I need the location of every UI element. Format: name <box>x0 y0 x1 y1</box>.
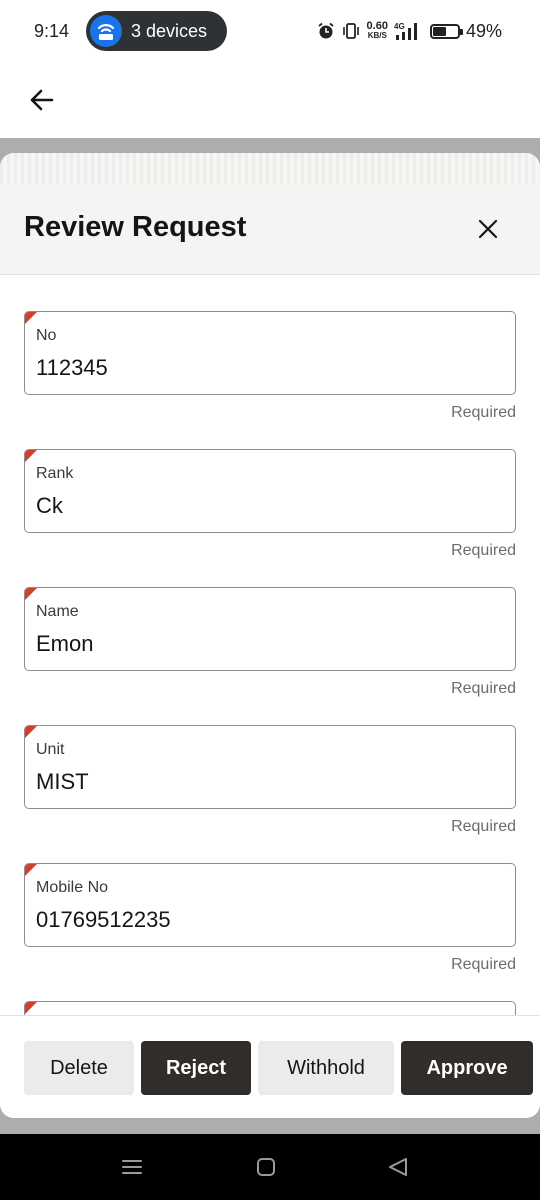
status-time: 9:14 <box>34 21 70 41</box>
field-rank[interactable]: Rank Ck <box>24 449 516 533</box>
header-texture <box>0 153 540 185</box>
field-value: Emon <box>36 631 94 656</box>
review-request-sheet: Review Request No 112345 Required Rank C… <box>0 153 540 1118</box>
close-icon[interactable] <box>470 211 506 247</box>
app-header <box>0 64 540 138</box>
field-name[interactable]: Name Emon <box>24 587 516 671</box>
field-label: Mobile No <box>36 879 109 896</box>
battery-icon <box>429 23 463 39</box>
field-label: Unit <box>36 741 65 758</box>
reject-button[interactable]: Reject <box>141 1041 251 1095</box>
required-marker <box>25 864 37 876</box>
vibrate-icon <box>342 23 359 39</box>
required-marker <box>25 1002 37 1014</box>
required-marker <box>25 726 37 738</box>
required-hint: Required <box>451 680 516 697</box>
field-label: Rank <box>36 465 74 482</box>
required-hint: Required <box>451 818 516 835</box>
field-no[interactable]: No 112345 <box>24 311 516 395</box>
status-icons: 0.60 KB/S 4G 49% <box>317 18 502 44</box>
action-footer: Delete Reject Withhold Approve <box>0 1015 540 1118</box>
required-marker <box>25 312 37 324</box>
battery-percent: 49% <box>465 20 502 41</box>
recents-icon[interactable] <box>118 1153 146 1181</box>
sheet-header: Review Request <box>0 153 540 275</box>
field-value: MIST <box>36 769 89 794</box>
back-triangle-icon[interactable] <box>384 1153 412 1181</box>
required-hint: Required <box>451 404 516 421</box>
field-unit[interactable]: Unit MIST <box>24 725 516 809</box>
wifi-hotspot-icon <box>90 15 122 47</box>
home-icon[interactable] <box>252 1153 280 1181</box>
required-hint: Required <box>451 956 516 973</box>
field-next-partial[interactable] <box>24 1001 516 1015</box>
back-arrow-icon[interactable] <box>24 82 60 118</box>
field-value: Ck <box>36 493 63 518</box>
delete-button[interactable]: Delete <box>24 1041 134 1095</box>
field-label: Name <box>36 603 79 620</box>
sheet-title: Review Request <box>24 211 247 243</box>
withhold-button[interactable]: Withhold <box>258 1041 394 1095</box>
alarm-icon <box>317 22 334 39</box>
signal-4g-icon: 4G <box>394 22 417 40</box>
hotspot-pill[interactable]: 3 devices <box>86 11 227 51</box>
required-hint: Required <box>451 542 516 559</box>
hotspot-label: 3 devices <box>131 21 208 41</box>
network-speed: 0.60 KB/S <box>366 20 388 41</box>
request-form: No 112345 Required Rank Ck Required Name… <box>0 275 540 1015</box>
required-marker <box>25 450 37 462</box>
field-value: 01769512235 <box>36 907 171 932</box>
field-mobile-no[interactable]: Mobile No 01769512235 <box>24 863 516 947</box>
required-marker <box>25 588 37 600</box>
status-bar: 9:14 3 devices 0.60 KB/S 4G 49% <box>0 0 540 64</box>
field-value: 112345 <box>36 355 108 380</box>
system-nav-bar <box>0 1134 540 1200</box>
field-label: No <box>36 327 57 344</box>
approve-button[interactable]: Approve <box>401 1041 533 1095</box>
svg-text:4G: 4G <box>394 22 405 31</box>
